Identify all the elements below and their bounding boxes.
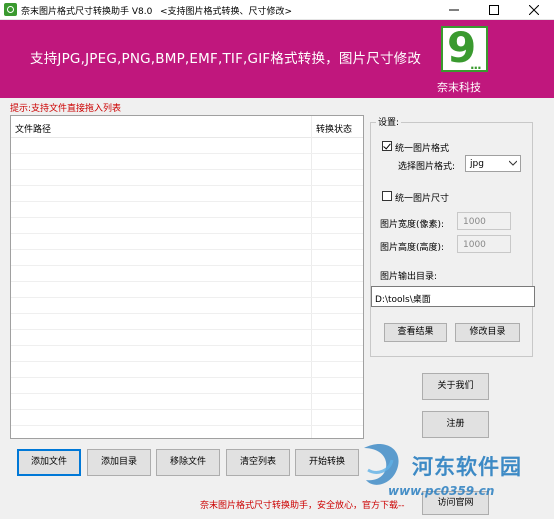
unify-format-label[interactable]: 统一图片格式 [395,141,449,154]
column-separator [311,116,312,438]
list-row-line [11,377,363,378]
close-icon [529,5,539,15]
clear-list-label: 清空列表 [239,457,276,467]
maximize-icon [489,5,499,15]
clear-list-button[interactable]: 清空列表 [226,449,290,476]
unify-size-checkbox[interactable] [382,191,392,201]
height-label: 图片高度(高度): [380,243,445,253]
unify-format-checkbox[interactable] [382,141,392,151]
width-input[interactable]: 1000 [457,212,511,230]
list-row-line [11,425,363,426]
banner-headline: 支持JPG,JPEG,PNG,BMP,EMF,TIF,GIF格式转换，图片尺寸修… [30,51,422,67]
footer-note: 奈末图片格式尺寸转换助手，安全放心，官方下载-- [200,501,405,511]
about-button[interactable]: 关于我们 [422,373,489,400]
width-value: 1000 [463,217,486,227]
unify-size-label[interactable]: 统一图片尺寸 [395,191,449,204]
format-select-label: 选择图片格式: [398,162,456,172]
file-list[interactable]: 文件路径 转换状态 [10,115,364,439]
header-banner: 支持JPG,JPEG,PNG,BMP,EMF,TIF,GIF格式转换，图片尺寸修… [0,20,554,98]
minimize-button[interactable] [434,0,474,20]
minimize-icon [449,9,459,11]
list-row-line [11,393,363,394]
chevron-down-icon [509,160,517,166]
list-row-line [11,329,363,330]
add-dir-label: 添加目录 [100,457,137,467]
height-value: 1000 [463,240,486,250]
settings-label: 设置: [376,115,402,128]
list-row-line [11,345,363,346]
remove-file-button[interactable]: 移除文件 [156,449,220,476]
list-row-line [11,153,363,154]
list-row-line [11,313,363,314]
title-bar: 奈末图片格式尺寸转换助手 V8.0 <支持图片格式转换、尺寸修改> [0,0,554,20]
change-dir-button[interactable]: 修改目录 [455,323,520,342]
app-icon [4,3,17,16]
list-row-line [11,361,363,362]
maximize-button[interactable] [474,0,514,20]
brand-name: 奈末科技 [437,81,481,94]
list-row-line [11,169,363,170]
register-label: 注册 [446,419,465,429]
list-row-line [11,185,363,186]
view-result-label: 查看结果 [397,327,434,337]
list-row-line [11,297,363,298]
start-convert-button[interactable]: 开始转换 [295,449,359,476]
format-select[interactable]: jpg [465,155,521,172]
output-dir-value: D:\tools\桌面 [375,295,431,305]
change-dir-label: 修改目录 [469,327,506,337]
format-select-value: jpg [470,159,484,169]
start-convert-label: 开始转换 [308,457,345,467]
list-row-line [11,249,363,250]
view-result-button[interactable]: 查看结果 [384,323,447,342]
watermark-url: www.pc0359.cn [388,484,495,498]
register-button[interactable]: 注册 [422,411,489,438]
width-label: 图片宽度(像素): [380,220,445,230]
remove-file-label: 移除文件 [169,457,206,467]
add-file-button[interactable]: 添加文件 [17,449,81,476]
about-label: 关于我们 [437,381,474,391]
brand-logo: 9 ... [441,24,488,72]
add-file-label: 添加文件 [30,457,67,467]
column-status[interactable]: 转换状态 [316,122,352,135]
window-subtitle: <支持图片格式转换、尺寸修改> [160,7,293,17]
column-file-path[interactable]: 文件路径 [15,122,51,135]
list-row-line [11,217,363,218]
list-row-line [11,265,363,266]
output-dir-label: 图片输出目录: [380,272,438,282]
close-button[interactable] [514,0,554,20]
list-row-line [11,233,363,234]
add-dir-button[interactable]: 添加目录 [87,449,151,476]
watermark-name: 河东软件园 [412,455,522,479]
drag-hint: 提示:支持文件直接拖入列表 [10,104,122,114]
output-dir-input[interactable]: D:\tools\桌面 [371,286,535,307]
list-row-line [11,409,363,410]
logo-dots: ... [470,58,482,72]
list-row-line [11,281,363,282]
height-input[interactable]: 1000 [457,235,511,253]
list-row-line [11,201,363,202]
window-title: 奈末图片格式尺寸转换助手 V8.0 [21,7,153,17]
